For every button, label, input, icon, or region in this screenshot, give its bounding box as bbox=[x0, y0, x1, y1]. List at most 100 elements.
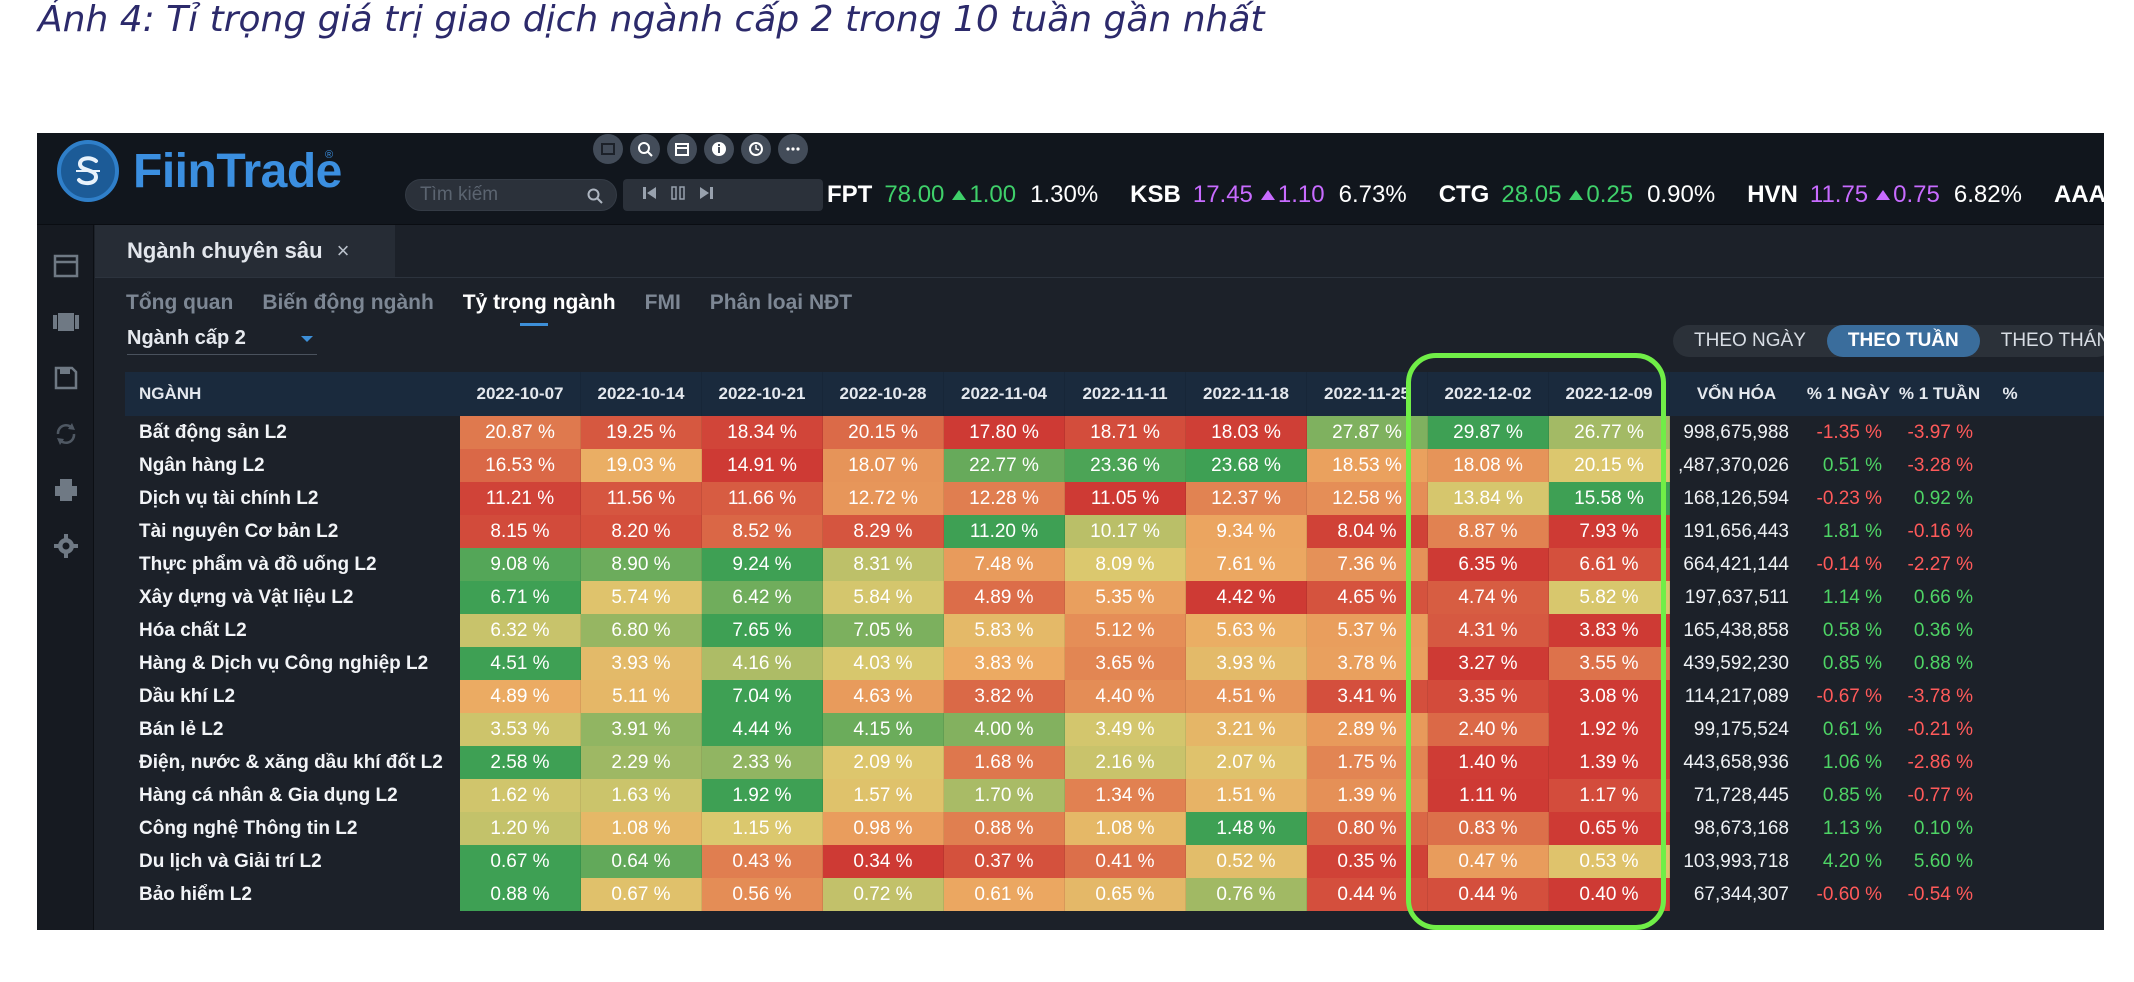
chevron-down-icon bbox=[301, 336, 313, 342]
weight-cell: 0.98 % bbox=[823, 812, 944, 845]
weight-cell: 17.80 % bbox=[944, 416, 1065, 449]
toolbar-icons bbox=[593, 134, 808, 164]
pct-1-week-cell: 0.66 % bbox=[1894, 581, 1985, 614]
table-row[interactable]: Bất động sản L2 20.87 % 19.25 % 18.34 % 20.1… bbox=[125, 416, 2104, 449]
table-row[interactable]: Thực phẩm và đồ uống L2 9.08 % 8.90 % 9.24 … bbox=[125, 548, 2104, 581]
panel-tab-nganh-chuyen-sau[interactable]: Ngành chuyên sâu × bbox=[95, 225, 395, 277]
table-row[interactable]: Dịch vụ tài chính L2 11.21 % 11.56 % 11.66 … bbox=[125, 482, 2104, 515]
print-icon[interactable] bbox=[51, 475, 81, 505]
sync-icon[interactable] bbox=[51, 419, 81, 449]
market-cap-cell: 191,656,443 bbox=[1670, 515, 1803, 548]
header-pct-1-week[interactable]: % 1 TUẦN bbox=[1894, 372, 1985, 416]
header-week[interactable]: 2022-12-09 bbox=[1549, 372, 1670, 416]
pct-more-cell bbox=[1985, 482, 2035, 515]
pause-icon[interactable] bbox=[669, 184, 687, 207]
table-row[interactable]: Hàng & Dịch vụ Công nghiệp L2 4.51 % 3.93 … bbox=[125, 647, 2104, 680]
pct-more-cell bbox=[1985, 647, 2035, 680]
table-row[interactable]: Tài nguyên Cơ bản L2 8.15 % 8.20 % 8.52 % 8.… bbox=[125, 515, 2104, 548]
header-week[interactable]: 2022-10-21 bbox=[702, 372, 823, 416]
market-cap-cell: 114,217,089 bbox=[1670, 680, 1803, 713]
table-row[interactable]: Công nghệ Thông tin L2 1.20 % 1.08 % 1.15 %… bbox=[125, 812, 2104, 845]
more-icon[interactable] bbox=[778, 134, 808, 164]
period-day-button[interactable]: THEO NGÀY bbox=[1673, 325, 1827, 357]
market-cap-cell: 664,421,144 bbox=[1670, 548, 1803, 581]
close-tab-icon[interactable]: × bbox=[337, 238, 350, 264]
weight-cell: 3.08 % bbox=[1549, 680, 1670, 713]
header-week[interactable]: 2022-12-02 bbox=[1428, 372, 1549, 416]
pct-1-day-cell: -0.60 % bbox=[1803, 878, 1894, 911]
search-icon[interactable] bbox=[586, 187, 604, 210]
search-input[interactable] bbox=[420, 184, 580, 206]
weight-cell: 1.57 % bbox=[823, 779, 944, 812]
pct-1-week-cell: -0.21 % bbox=[1894, 713, 1985, 746]
stock-ticker-strip: FPT 78.00 1.00 1.30% KSB 17.45 1.10 6.73% CTG 28.… bbox=[827, 173, 2104, 217]
table-row[interactable]: Dầu khí L2 4.89 % 5.11 % 7.04 % 4.63 % 3.82 %… bbox=[125, 680, 2104, 713]
header-industry[interactable]: NGÀNH bbox=[125, 372, 460, 416]
table-row[interactable]: Du lịch và Giải trí L2 0.67 % 0.64 % 0.43 %… bbox=[125, 845, 2104, 878]
film-icon[interactable] bbox=[51, 307, 81, 337]
weight-cell: 7.65 % bbox=[702, 614, 823, 647]
subtab-ty-trong-nganh[interactable]: Tỷ trọng ngành bbox=[463, 291, 616, 326]
weight-cell: 5.74 % bbox=[581, 581, 702, 614]
ticker-item[interactable]: CTG 28.05 0.25 0.90% bbox=[1439, 181, 1716, 209]
logo-text: FiinTrade bbox=[133, 145, 342, 198]
header-week[interactable]: 2022-10-07 bbox=[460, 372, 581, 416]
header-market-cap[interactable]: VỐN HÓA bbox=[1670, 372, 1803, 416]
skip-back-icon[interactable] bbox=[641, 184, 659, 207]
ticker-price: 17.45 bbox=[1192, 181, 1253, 208]
table-row[interactable]: Hàng cá nhân & Gia dụng L2 1.62 % 1.63 % 1.… bbox=[125, 779, 2104, 812]
header-week[interactable]: 2022-11-11 bbox=[1065, 372, 1186, 416]
header-week[interactable]: 2022-11-18 bbox=[1186, 372, 1307, 416]
subtab-phan-loai-ndt[interactable]: Phân loại NĐT bbox=[710, 291, 852, 315]
fiintrade-logo-icon[interactable] bbox=[57, 140, 119, 202]
table-row[interactable]: Bán lẻ L2 3.53 % 3.91 % 4.44 % 4.15 % 4.00 % 3… bbox=[125, 713, 2104, 746]
header-week[interactable]: 2022-11-25 bbox=[1307, 372, 1428, 416]
weight-cell: 12.28 % bbox=[944, 482, 1065, 515]
table-row[interactable]: Bảo hiểm L2 0.88 % 0.67 % 0.56 % 0.72 % 0.61 … bbox=[125, 878, 2104, 911]
window-icon[interactable] bbox=[51, 251, 81, 281]
weight-cell: 5.83 % bbox=[944, 614, 1065, 647]
settings-icon[interactable] bbox=[51, 531, 81, 561]
ticker-change-value: 1.10 bbox=[1277, 181, 1325, 208]
pct-more-cell bbox=[1985, 515, 2035, 548]
pct-1-day-cell: -1.35 % bbox=[1803, 416, 1894, 449]
calendar-icon[interactable] bbox=[667, 134, 697, 164]
weight-cell: 1.70 % bbox=[944, 779, 1065, 812]
period-week-button[interactable]: THEO TUẦN bbox=[1826, 325, 1980, 357]
weight-cell: 11.20 % bbox=[944, 515, 1065, 548]
weight-cell: 1.39 % bbox=[1307, 779, 1428, 812]
header-week[interactable]: 2022-10-28 bbox=[823, 372, 944, 416]
subtab-fmi[interactable]: FMI bbox=[645, 291, 681, 315]
header-week[interactable]: 2022-10-14 bbox=[581, 372, 702, 416]
table-row[interactable]: Hóa chất L2 6.32 % 6.80 % 7.65 % 7.05 % 5.83 … bbox=[125, 614, 2104, 647]
subtab-bien-dong-nganh[interactable]: Biến động ngành bbox=[262, 291, 433, 315]
save-icon[interactable] bbox=[51, 363, 81, 393]
ticker-item[interactable]: AAA7. bbox=[2054, 181, 2104, 209]
ticker-price: 78.00 bbox=[884, 181, 945, 208]
skip-forward-icon[interactable] bbox=[697, 184, 715, 207]
table-row[interactable]: Ngân hàng L2 16.53 % 19.03 % 14.91 % 18.07 %… bbox=[125, 449, 2104, 482]
weight-cell: 14.91 % bbox=[702, 449, 823, 482]
industry-level-select[interactable]: Ngành cấp 2 bbox=[127, 321, 317, 355]
clock-icon[interactable] bbox=[741, 134, 771, 164]
industry-name: Dịch vụ tài chính L2 bbox=[125, 482, 460, 515]
weight-cell: 2.09 % bbox=[823, 746, 944, 779]
subtab-tong-quan[interactable]: Tổng quan bbox=[126, 291, 233, 315]
layout-icon[interactable] bbox=[593, 134, 623, 164]
pct-more-cell bbox=[1985, 581, 2035, 614]
info-icon[interactable] bbox=[704, 134, 734, 164]
weight-cell: 11.56 % bbox=[581, 482, 702, 515]
period-month-button[interactable]: THEO THÁNG bbox=[1980, 325, 2104, 357]
ticker-item[interactable]: KSB 17.45 1.10 6.73% bbox=[1130, 181, 1407, 209]
weight-cell: 8.31 % bbox=[823, 548, 944, 581]
table-row[interactable]: Điện, nước & xăng dầu khí đốt L2 2.58 % 2.… bbox=[125, 746, 2104, 779]
ticker-change-value: 0.75 bbox=[1893, 181, 1940, 208]
header-pct-more[interactable]: % bbox=[1985, 372, 2035, 416]
pct-more-cell bbox=[1985, 878, 2035, 911]
ticker-item[interactable]: FPT 78.00 1.00 1.30% bbox=[827, 181, 1098, 209]
table-row[interactable]: Xây dựng và Vật liệu L2 6.71 % 5.74 % 6.42 … bbox=[125, 581, 2104, 614]
zoom-icon[interactable] bbox=[630, 134, 660, 164]
ticker-item[interactable]: HVN 11.75 0.75 6.82% bbox=[1747, 181, 2022, 209]
header-week[interactable]: 2022-11-04 bbox=[944, 372, 1065, 416]
header-pct-1-day[interactable]: % 1 NGÀY bbox=[1803, 372, 1894, 416]
